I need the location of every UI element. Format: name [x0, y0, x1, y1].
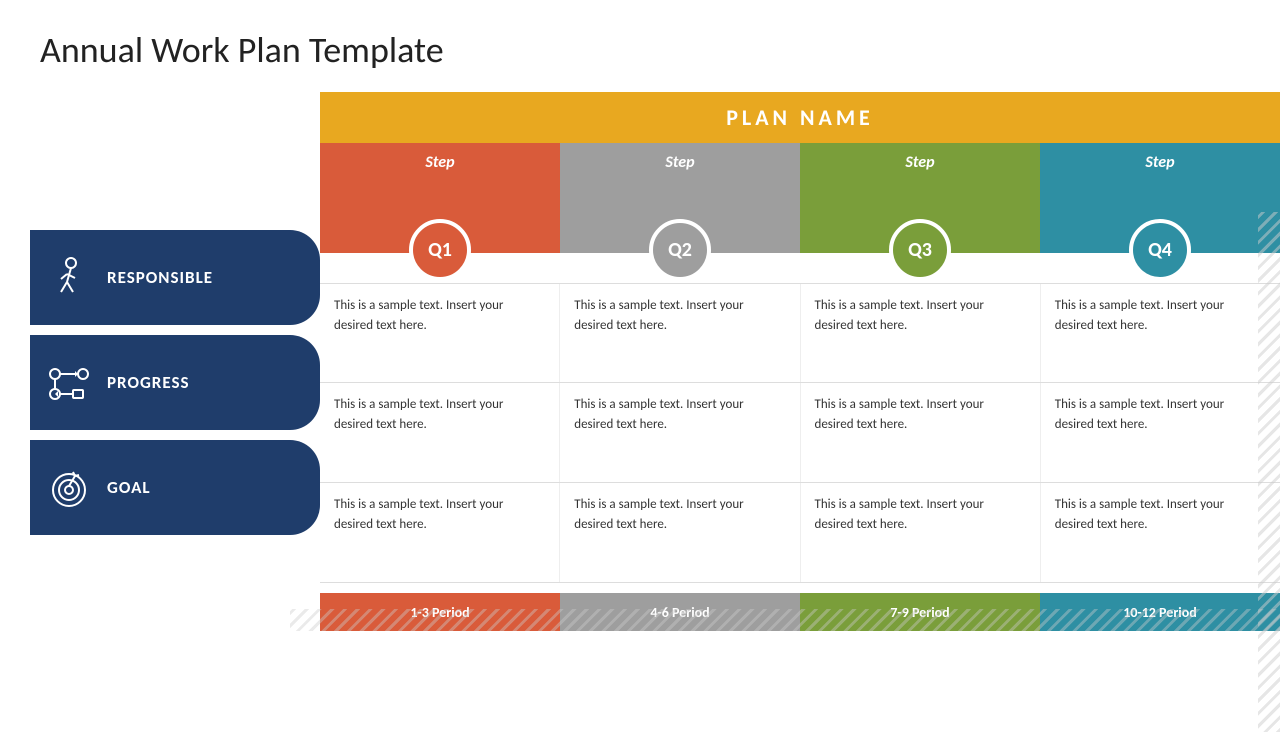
cell-progress-q4: This is a sample text. Insert your desir…	[1041, 383, 1280, 482]
progress-icon	[45, 359, 93, 407]
cell-progress-q1: This is a sample text. Insert your desir…	[320, 383, 560, 482]
cell-responsible-q3: This is a sample text. Insert your desir…	[801, 284, 1041, 382]
content-column: PLAN NAME Step Q1 Step Q2 Step Q3 Step Q…	[320, 92, 1280, 631]
goal-icon	[45, 464, 93, 512]
data-row-progress: This is a sample text. Insert your desir…	[320, 383, 1280, 483]
data-row-goal: This is a sample text. Insert your desir…	[320, 483, 1280, 583]
stripes-right	[1258, 212, 1280, 732]
cell-progress-q3: This is a sample text. Insert your desir…	[801, 383, 1041, 482]
cell-goal-q2: This is a sample text. Insert your desir…	[560, 483, 800, 582]
step-circle-q4: Q4	[1129, 219, 1191, 281]
stripes-bottom	[290, 609, 1280, 631]
plan-name-header: PLAN NAME	[320, 92, 1280, 143]
page-title: Annual Work Plan Template	[0, 0, 1280, 82]
data-row-responsible: This is a sample text. Insert your desir…	[320, 283, 1280, 383]
responsible-icon	[45, 254, 93, 302]
step-label-q2: Step	[665, 153, 694, 172]
step-circle-q2: Q2	[649, 219, 711, 281]
steps-row: Step Q1 Step Q2 Step Q3 Step Q4	[320, 143, 1280, 253]
labels-column: RESPONSIBLE PROGRESS	[30, 222, 320, 631]
cell-responsible-q4: This is a sample text. Insert your desir…	[1041, 284, 1280, 382]
cell-progress-q2: This is a sample text. Insert your desir…	[560, 383, 800, 482]
data-grid: This is a sample text. Insert your desir…	[320, 283, 1280, 583]
progress-label: PROGRESS	[30, 335, 320, 430]
responsible-label: RESPONSIBLE	[30, 230, 320, 325]
progress-text: PROGRESS	[107, 372, 190, 393]
step-q3: Step Q3	[800, 143, 1040, 253]
cell-goal-q4: This is a sample text. Insert your desir…	[1041, 483, 1280, 582]
step-q4: Step Q4	[1040, 143, 1280, 253]
step-q2: Step Q2	[560, 143, 800, 253]
cell-responsible-q1: This is a sample text. Insert your desir…	[320, 284, 560, 382]
step-q1: Step Q1	[320, 143, 560, 253]
cell-responsible-q2: This is a sample text. Insert your desir…	[560, 284, 800, 382]
cell-goal-q1: This is a sample text. Insert your desir…	[320, 483, 560, 582]
goal-text: GOAL	[107, 477, 151, 498]
step-circle-q3: Q3	[889, 219, 951, 281]
step-label-q4: Step	[1145, 153, 1174, 172]
step-label-q3: Step	[905, 153, 934, 172]
cell-goal-q3: This is a sample text. Insert your desir…	[801, 483, 1041, 582]
goal-label: GOAL	[30, 440, 320, 535]
step-circle-q1: Q1	[409, 219, 471, 281]
responsible-text: RESPONSIBLE	[107, 267, 213, 288]
step-label-q1: Step	[425, 153, 454, 172]
